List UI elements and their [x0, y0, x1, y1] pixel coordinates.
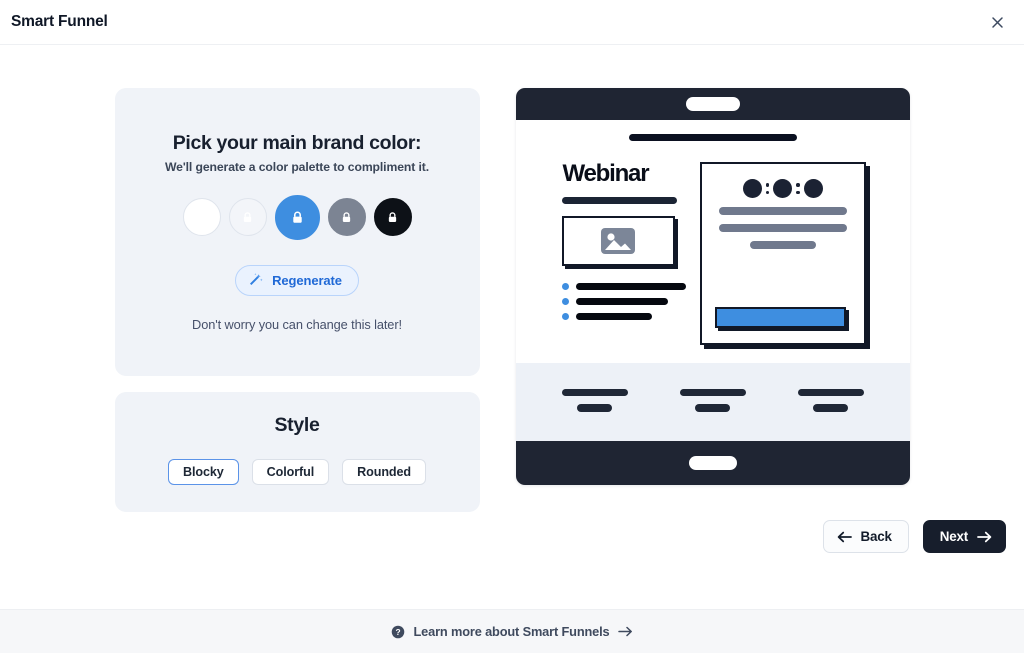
- preview-navbar-logo: [685, 97, 740, 111]
- preview-navbar: [515, 88, 910, 120]
- style-option-colorful[interactable]: Colorful: [251, 459, 330, 485]
- preview-bullet-bar: [575, 313, 652, 320]
- preview-columns: Webinar: [560, 162, 866, 345]
- preview-bullet-dot: [561, 298, 569, 305]
- wizard-navigation: Back Next: [822, 520, 1006, 553]
- content-stage: Pick your main brand color: We'll genera…: [0, 45, 1024, 565]
- preview-subheadline-bar: [561, 197, 677, 204]
- preview-left-column: Webinar: [561, 160, 686, 345]
- preview-bullet-dot: [561, 313, 569, 320]
- back-button[interactable]: Back: [822, 520, 909, 553]
- regenerate-label: Regenerate: [272, 272, 342, 288]
- svg-text:?: ?: [396, 627, 401, 637]
- preview-feature-text-bar: [813, 404, 848, 412]
- back-label: Back: [860, 529, 892, 544]
- preview-bullet-list: [561, 283, 686, 320]
- next-label: Next: [939, 529, 968, 544]
- preview-feature-text-bar: [577, 404, 612, 412]
- preview-image-placeholder: [561, 216, 675, 266]
- preview-footer: [515, 441, 910, 485]
- preview-form-field: [718, 207, 847, 215]
- question-circle-icon: ?: [391, 625, 405, 639]
- color-swatch-list: [182, 194, 412, 240]
- preview-countdown-timer: [742, 179, 823, 198]
- image-placeholder-icon: [600, 227, 636, 255]
- dialog-header: Smart Funnel: [0, 0, 1024, 45]
- preview-feature-item: [561, 389, 628, 412]
- regenerate-button[interactable]: Regenerate: [235, 264, 359, 296]
- preview-bullet-bar: [575, 283, 686, 290]
- page-footer: ? Learn more about Smart Funnels: [0, 609, 1024, 653]
- preview-footer-logo: [688, 456, 737, 470]
- preview-hero: Webinar: [515, 120, 910, 363]
- preview-form-card: [699, 162, 866, 345]
- next-button[interactable]: Next: [922, 520, 1006, 553]
- swatch-black[interactable]: [373, 198, 412, 237]
- lock-icon: [241, 211, 254, 224]
- brand-panel-hint: Don't worry you can change this later!: [192, 316, 402, 332]
- preview-bullet-item: [561, 298, 686, 305]
- lock-icon: [386, 211, 399, 224]
- brand-panel-subtitle: We'll generate a color palette to compli…: [164, 160, 430, 175]
- preview-feature-item: [797, 389, 864, 412]
- preview-bullet-bar: [575, 298, 668, 305]
- arrow-left-icon: [837, 531, 852, 543]
- preview-bullet-item: [561, 313, 686, 320]
- preview-form-field: [718, 224, 847, 232]
- preview-form-lines: [718, 198, 847, 249]
- style-panel-title: Style: [274, 414, 320, 436]
- preview-bullet-dot: [561, 283, 569, 290]
- preview-features-row: [515, 363, 910, 441]
- dialog-body: Pick your main brand color: We'll genera…: [0, 45, 1024, 653]
- preview-timer-segment: [742, 179, 762, 198]
- preview-bullet-item: [561, 283, 686, 290]
- swatch-off-white[interactable]: [228, 198, 267, 237]
- preview-cta-button: [714, 307, 846, 328]
- page-title: Smart Funnel: [11, 13, 108, 30]
- template-preview: Webinar: [515, 88, 910, 485]
- settings-column: Pick your main brand color: We'll genera…: [114, 88, 480, 565]
- preview-timer-colon: [765, 183, 771, 194]
- lock-icon: [290, 210, 305, 225]
- preview-timer-segment: [803, 179, 823, 198]
- preview-feature-title-bar: [679, 389, 746, 396]
- learn-more-label: Learn more about Smart Funnels: [413, 624, 610, 639]
- preview-headline-text: Webinar: [562, 160, 650, 187]
- preview-timer-colon: [795, 183, 801, 194]
- preview-timer-segment: [773, 179, 792, 198]
- preview-feature-text-bar: [695, 404, 730, 412]
- style-option-list: Blocky Colorful Rounded: [167, 459, 427, 485]
- style-option-blocky[interactable]: Blocky: [167, 459, 239, 485]
- lock-icon: [340, 211, 353, 224]
- close-button[interactable]: [984, 9, 1010, 35]
- swatch-gray[interactable]: [327, 198, 366, 237]
- arrow-right-icon: [617, 626, 633, 637]
- preview-headline-bar: [628, 134, 797, 141]
- preview-feature-title-bar: [797, 389, 864, 396]
- preview-feature-title-bar: [561, 389, 628, 396]
- arrow-right-icon: [977, 531, 992, 543]
- close-icon: [990, 15, 1005, 30]
- brand-panel-title: Pick your main brand color:: [172, 132, 422, 154]
- learn-more-link[interactable]: ? Learn more about Smart Funnels: [391, 624, 632, 639]
- swatch-white[interactable]: [182, 198, 221, 237]
- magic-wand-icon: [248, 272, 264, 288]
- brand-color-panel: Pick your main brand color: We'll genera…: [114, 88, 480, 376]
- swatch-blue[interactable]: [274, 194, 320, 240]
- preview-feature-item: [679, 389, 746, 412]
- style-panel: Style Blocky Colorful Rounded: [114, 392, 480, 512]
- preview-form-field: [749, 241, 816, 249]
- style-option-rounded[interactable]: Rounded: [342, 459, 427, 485]
